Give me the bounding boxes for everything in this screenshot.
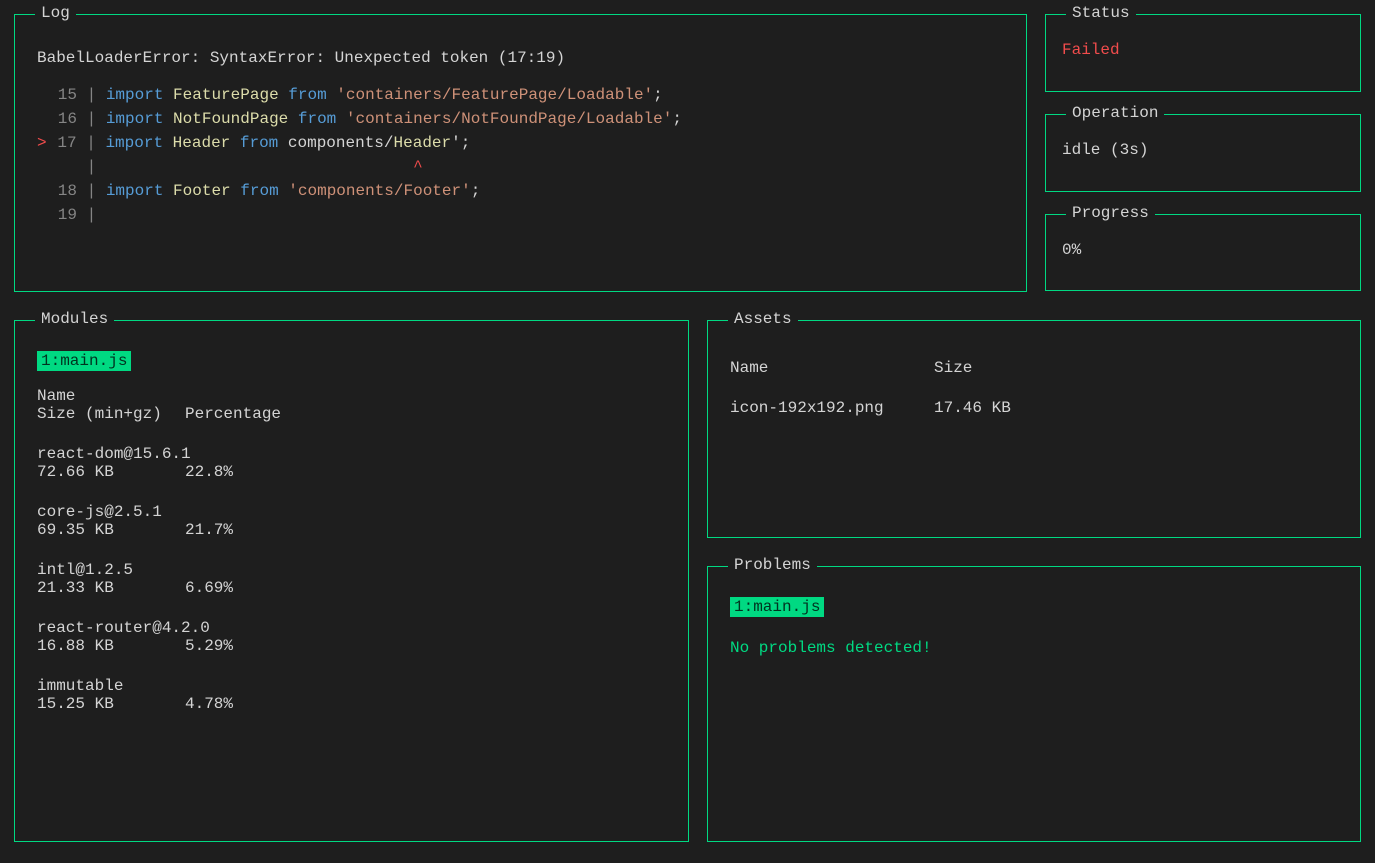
code-line-19: 19 | (37, 203, 1004, 227)
modules-panel: Modules 1:main.js Name Size (min+gz) Per… (14, 320, 689, 842)
log-panel-title: Log (35, 4, 76, 22)
progress-value: 0% (1062, 241, 1344, 259)
status-value: Failed (1062, 41, 1344, 59)
problems-panel: Problems 1:main.js No problems detected! (707, 566, 1361, 842)
status-panel: Status Failed (1045, 14, 1361, 92)
operation-panel: Operation idle (3s) (1045, 114, 1361, 192)
error-caret-icon: ^ (413, 158, 423, 176)
problems-message: No problems detected! (730, 639, 1338, 657)
problems-panel-title: Problems (728, 556, 817, 574)
assets-panel-title: Assets (728, 310, 798, 328)
asset-row: icon-192x192.png 17.46 KB (730, 399, 1338, 417)
problems-tab-tag[interactable]: 1:main.js (730, 597, 824, 617)
code-line-15: 15 | import FeaturePage from 'containers… (37, 83, 1004, 107)
code-line-17: >17 | import Header from components/Head… (37, 131, 1004, 155)
module-row: intl@1.2.5 21.33 KB6.69% (37, 561, 666, 597)
module-row: react-dom@15.6.1 72.66 KB22.8% (37, 445, 666, 481)
progress-panel: Progress 0% (1045, 214, 1361, 291)
code-line-16: 16 | import NotFoundPage from 'container… (37, 107, 1004, 131)
module-row: react-router@4.2.0 16.88 KB5.29% (37, 619, 666, 655)
progress-panel-title: Progress (1066, 204, 1155, 222)
assets-header: Name Size (730, 359, 1338, 377)
module-row: core-js@2.5.1 69.35 KB21.7% (37, 503, 666, 539)
module-row: immutable 15.25 KB4.78% (37, 677, 666, 713)
log-error-message: BabelLoaderError: SyntaxError: Unexpecte… (37, 49, 1004, 67)
log-panel: Log BabelLoaderError: SyntaxError: Unexp… (14, 14, 1027, 292)
operation-panel-title: Operation (1066, 104, 1164, 122)
status-panel-title: Status (1066, 4, 1136, 22)
modules-panel-title: Modules (35, 310, 114, 328)
assets-panel: Assets Name Size icon-192x192.png 17.46 … (707, 320, 1361, 538)
code-caret-line: | ^ (37, 155, 1004, 179)
modules-header: Name Size (min+gz) Percentage (37, 387, 666, 423)
operation-value: idle (3s) (1062, 141, 1344, 159)
modules-tab-tag[interactable]: 1:main.js (37, 351, 131, 371)
code-line-18: 18 | import Footer from 'components/Foot… (37, 179, 1004, 203)
